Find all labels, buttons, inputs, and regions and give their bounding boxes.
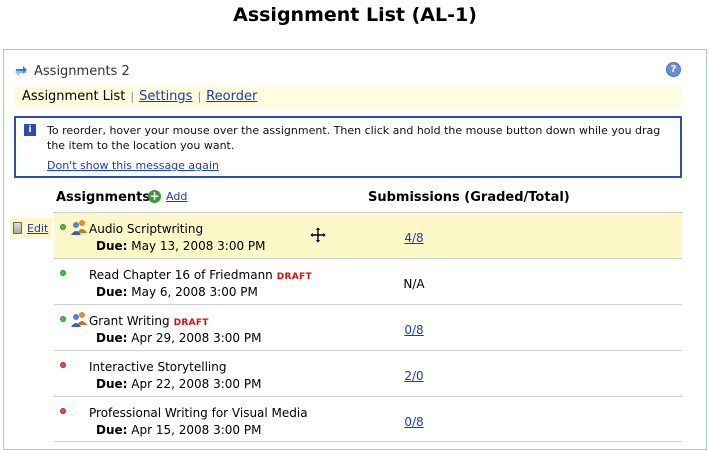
- edit-assignment-button[interactable]: Edit: [10, 218, 52, 238]
- submissions-link[interactable]: 0/8: [374, 415, 454, 429]
- nav-separator: |: [197, 90, 202, 103]
- status-open-icon: [60, 316, 66, 322]
- due-label: Due:: [96, 331, 128, 345]
- help-icon[interactable]: ?: [666, 62, 681, 77]
- assignment-due: Due: Apr 22, 2008 3:00 PM: [96, 377, 261, 391]
- assignment-row[interactable]: Grant Writing DRAFT Due: Apr 29, 2008 3:0…: [54, 304, 682, 350]
- submissions-link[interactable]: 0/8: [374, 323, 454, 337]
- draft-badge: DRAFT: [276, 272, 312, 282]
- assignment-row[interactable]: Read Chapter 16 of Friedmann DRAFT Due: M…: [54, 258, 682, 304]
- submissions-value: N/A: [403, 277, 425, 291]
- due-label: Due:: [96, 423, 128, 437]
- due-date: Apr 29, 2008 3:00 PM: [131, 331, 262, 345]
- assignment-row[interactable]: Interactive Storytelling Due: Apr 22, 20…: [54, 350, 682, 396]
- submissions-column-header: Submissions (Graded/Total): [368, 190, 570, 205]
- status-closed-icon: [60, 408, 66, 414]
- submissions-link[interactable]: 4/8: [374, 231, 454, 245]
- info-icon: i: [24, 124, 36, 136]
- due-label: Due:: [96, 239, 128, 253]
- assignment-due: Due: Apr 29, 2008 3:00 PM: [96, 331, 261, 345]
- assignment-row[interactable]: Audio Scriptwriting Due: May 13, 2008 3:…: [54, 212, 682, 258]
- assignment-title-link[interactable]: Audio Scriptwriting: [89, 222, 203, 236]
- edit-label: Edit: [27, 221, 49, 235]
- due-label: Due:: [96, 285, 128, 299]
- due-date: Apr 15, 2008 3:00 PM: [131, 423, 262, 437]
- add-label: Add: [166, 190, 188, 203]
- assignment-title: Read Chapter 16 of Friedmann: [89, 268, 273, 282]
- assignment-list: Audio Scriptwriting Due: May 13, 2008 3:…: [54, 212, 682, 442]
- due-date: Apr 22, 2008 3:00 PM: [131, 377, 262, 391]
- assignment-due: Due: May 13, 2008 3:00 PM: [96, 239, 266, 253]
- assignment-title-link[interactable]: Interactive Storytelling: [89, 360, 226, 374]
- draft-badge: DRAFT: [173, 318, 209, 328]
- tool-header: Assignments 2: [14, 62, 130, 80]
- assignment-row[interactable]: Professional Writing for Visual Media Du…: [54, 396, 682, 442]
- assignment-title: Professional Writing for Visual Media: [89, 406, 308, 420]
- nav-separator: |: [130, 90, 135, 103]
- status-open-icon: [60, 224, 66, 230]
- move-cursor-icon: [309, 226, 327, 244]
- due-date: May 13, 2008 3:00 PM: [131, 239, 266, 253]
- nav-assignment-list: Assignment List: [22, 89, 126, 104]
- assignment-title-link[interactable]: Grant Writing DRAFT: [89, 314, 209, 328]
- status-open-icon: [60, 270, 66, 276]
- assignment-title-link[interactable]: Professional Writing for Visual Media: [89, 406, 308, 420]
- refresh-arrows-icon: [14, 64, 28, 78]
- assignment-title-link[interactable]: Read Chapter 16 of Friedmann DRAFT: [89, 268, 312, 282]
- nav-reorder-link[interactable]: Reorder: [206, 89, 257, 104]
- dismiss-message-link[interactable]: Don't show this message again: [47, 158, 219, 173]
- status-closed-icon: [60, 362, 66, 368]
- add-icon: +: [148, 189, 161, 203]
- trash-icon: [13, 222, 22, 234]
- page-title: Assignment List (AL-1): [233, 4, 477, 26]
- group-users-icon: [70, 219, 88, 235]
- due-date: May 6, 2008 3:00 PM: [131, 285, 258, 299]
- add-assignment-button[interactable]: + Add: [148, 190, 187, 203]
- nav-settings-link[interactable]: Settings: [139, 89, 192, 104]
- assignment-due: Due: May 6, 2008 3:00 PM: [96, 285, 258, 299]
- assignment-title: Grant Writing: [89, 314, 170, 328]
- tool-title: Assignments 2: [34, 63, 130, 79]
- assignment-due: Due: Apr 15, 2008 3:00 PM: [96, 423, 261, 437]
- assignment-title: Audio Scriptwriting: [89, 222, 204, 236]
- reorder-info-message: i To reorder, hover your mouse over the …: [14, 116, 682, 178]
- due-label: Due:: [96, 377, 128, 391]
- assignment-title: Interactive Storytelling: [89, 360, 227, 374]
- group-users-icon: [70, 311, 88, 327]
- assignments-column-header: Assignments: [56, 190, 151, 205]
- tool-navbar: Assignment List | Settings | Reorder: [14, 85, 682, 108]
- message-text: To reorder, hover your mouse over the as…: [47, 124, 661, 152]
- submissions-link[interactable]: 2/0: [374, 369, 454, 383]
